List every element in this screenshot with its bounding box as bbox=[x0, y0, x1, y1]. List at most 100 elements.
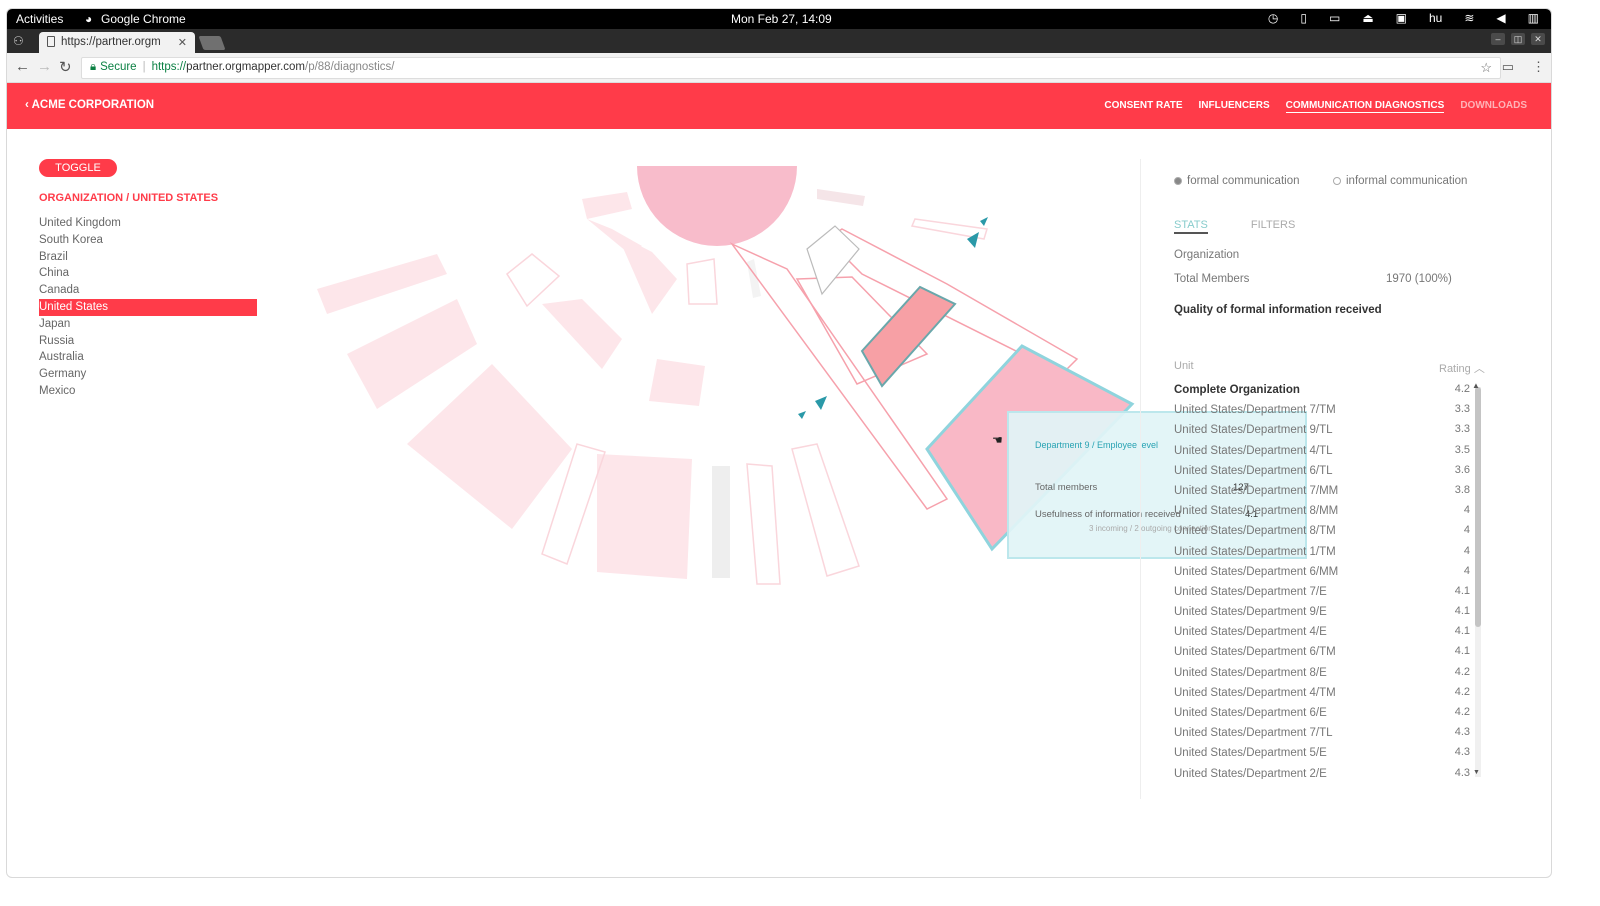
table-row[interactable]: United States/Department 7/TM 3.3 bbox=[1174, 401, 1470, 421]
root-node[interactable] bbox=[637, 166, 797, 246]
restore-button[interactable]: ◫ bbox=[1511, 33, 1525, 45]
nav-influencers[interactable]: INFLUENCERS bbox=[1199, 100, 1270, 113]
country-item[interactable]: Germany bbox=[39, 366, 257, 383]
table-row[interactable]: United States/Department 2/E 4.3 bbox=[1174, 765, 1470, 779]
unit-column-header[interactable]: Unit bbox=[1174, 360, 1194, 372]
radio-dot-icon bbox=[1333, 177, 1341, 185]
country-item-selected[interactable]: United States bbox=[39, 298, 257, 316]
table-row[interactable]: United States/Department 4/E 4.1 bbox=[1174, 623, 1470, 643]
wifi-icon[interactable]: ≋ bbox=[1464, 11, 1474, 25]
eject-icon[interactable]: ⏏ bbox=[1362, 11, 1373, 25]
app-menu[interactable]: Google Chrome bbox=[101, 12, 186, 26]
segment[interactable] bbox=[747, 259, 761, 298]
table-row[interactable]: United States/Department 7/MM 3.8 bbox=[1174, 482, 1470, 502]
segment-grey[interactable] bbox=[712, 466, 730, 578]
close-tab-icon[interactable]: ✕ bbox=[178, 36, 187, 49]
segment[interactable] bbox=[817, 189, 865, 206]
segment[interactable] bbox=[649, 359, 705, 406]
segment-outline[interactable] bbox=[506, 253, 561, 308]
power-icon[interactable]: ▥ bbox=[1528, 11, 1539, 25]
table-row[interactable]: United States/Department 7/E 4.1 bbox=[1174, 583, 1470, 603]
nav-downloads[interactable]: DOWNLOADS bbox=[1460, 100, 1527, 113]
volume-icon[interactable]: ◀ bbox=[1496, 11, 1505, 25]
segment[interactable] bbox=[542, 299, 622, 369]
forward-arrow-icon[interactable]: → bbox=[37, 58, 52, 75]
table-row[interactable]: United States/Department 6/MM 4 bbox=[1174, 563, 1470, 583]
table-row[interactable]: United States/Department 5/E 4.3 bbox=[1174, 744, 1470, 764]
country-item[interactable]: China bbox=[39, 265, 257, 282]
country-item[interactable]: Australia bbox=[39, 349, 257, 366]
country-item[interactable]: Japan bbox=[39, 316, 257, 333]
table-row[interactable]: United States/Department 8/E 4.2 bbox=[1174, 664, 1470, 684]
country-item[interactable]: United Kingdom bbox=[39, 215, 257, 232]
segment[interactable] bbox=[587, 219, 642, 252]
accessibility-icon[interactable]: ▣ bbox=[1396, 11, 1407, 25]
radio-formal[interactable]: formal communication bbox=[1174, 175, 1299, 187]
language-indicator[interactable]: hu bbox=[1429, 11, 1442, 25]
bookmark-star-icon[interactable]: ☆ bbox=[1480, 60, 1492, 76]
tab-filters[interactable]: FILTERS bbox=[1251, 219, 1295, 231]
table-scrollbar[interactable] bbox=[1475, 387, 1481, 777]
segment[interactable] bbox=[407, 364, 572, 529]
segment-outline[interactable] bbox=[806, 225, 860, 296]
scrollbar-thumb[interactable] bbox=[1475, 387, 1481, 627]
segment[interactable] bbox=[582, 192, 632, 219]
new-tab-button[interactable] bbox=[198, 36, 226, 50]
table-row[interactable]: United States/Department 4/TL 3.5 bbox=[1174, 442, 1470, 462]
reload-icon[interactable]: ↻ bbox=[59, 58, 72, 76]
country-item[interactable]: Brazil bbox=[39, 249, 257, 266]
back-to-organization-link[interactable]: ‹ ACME CORPORATION bbox=[25, 99, 154, 111]
country-item[interactable]: Russia bbox=[39, 333, 257, 350]
country-item[interactable]: Mexico bbox=[39, 383, 257, 400]
radio-informal[interactable]: informal communication bbox=[1333, 175, 1467, 187]
segment-outline[interactable] bbox=[791, 443, 860, 577]
segment-outline[interactable] bbox=[686, 258, 718, 305]
browser-tab[interactable]: https://partner.orgm ✕ bbox=[39, 32, 195, 53]
scroll-up-icon[interactable]: ▲ bbox=[1472, 381, 1480, 390]
segment[interactable] bbox=[317, 254, 447, 314]
address-bar[interactable]: 🔒︎ Secure | https://partner.orgmapper.com/p… bbox=[81, 57, 1501, 79]
toggle-button[interactable]: TOGGLE bbox=[39, 159, 117, 177]
activities-button[interactable]: Activities bbox=[16, 12, 63, 26]
menu-icon[interactable]: ⋮ bbox=[1532, 59, 1545, 75]
system-top-bar: Activities ◕ Google Chrome Mon Feb 27, 1… bbox=[7, 9, 1551, 29]
clock[interactable]: Mon Feb 27, 14:09 bbox=[731, 12, 832, 26]
table-row[interactable]: United States/Department 6/E 4.2 bbox=[1174, 704, 1470, 724]
connection-line[interactable] bbox=[729, 242, 949, 510]
clock-icon[interactable]: ◷ bbox=[1268, 11, 1278, 25]
table-row[interactable]: United States/Department 6/TL 3.6 bbox=[1174, 462, 1470, 482]
segment[interactable] bbox=[347, 299, 477, 409]
network-icon[interactable]: ▯ bbox=[1300, 11, 1307, 25]
rating-table[interactable]: Complete Organization 4.2 United States/De… bbox=[1174, 381, 1470, 779]
cast-icon[interactable]: ▭ bbox=[1502, 59, 1514, 75]
scroll-down-icon[interactable]: ▼ bbox=[1473, 769, 1480, 776]
country-item[interactable]: Canada bbox=[39, 282, 257, 299]
minimize-button[interactable]: – bbox=[1491, 33, 1505, 45]
table-row[interactable]: United States/Department 9/TL 3.3 bbox=[1174, 421, 1470, 441]
unit-cell: United States/Department 9/TL bbox=[1174, 424, 1333, 437]
table-row[interactable]: United States/Department 9/E 4.1 bbox=[1174, 603, 1470, 623]
table-row[interactable]: United States/Department 6/TM 4.1 bbox=[1174, 643, 1470, 663]
table-row[interactable]: United States/Department 8/MM 4 bbox=[1174, 502, 1470, 522]
country-item[interactable]: South Korea bbox=[39, 232, 257, 249]
close-window-button[interactable]: ✕ bbox=[1531, 33, 1545, 45]
nav-consent-rate[interactable]: CONSENT RATE bbox=[1104, 100, 1182, 113]
table-row[interactable]: United States/Department 8/TM 4 bbox=[1174, 522, 1470, 542]
back-arrow-icon[interactable]: ← bbox=[15, 58, 30, 75]
segment-outline[interactable] bbox=[746, 463, 781, 585]
table-row[interactable]: United States/Department 4/TM 4.2 bbox=[1174, 684, 1470, 704]
rating-cell: 4.2 bbox=[1454, 383, 1470, 395]
rating-column-header[interactable]: Rating ︿ bbox=[1439, 360, 1485, 376]
tab-stats[interactable]: STATS bbox=[1174, 219, 1208, 234]
arrow-marker bbox=[967, 232, 979, 248]
unit-cell: United States/Department 8/TM bbox=[1174, 525, 1336, 538]
table-row[interactable]: Complete Organization 4.2 bbox=[1174, 381, 1470, 401]
display-icon[interactable]: ▭ bbox=[1329, 11, 1340, 25]
nav-communication-diagnostics[interactable]: COMMUNICATION DIAGNOSTICS bbox=[1285, 100, 1445, 113]
system-tray[interactable]: ◷ ▯ ▭ ⏏ ▣ hu ≋ ◀ ▥ bbox=[1268, 11, 1539, 25]
segment[interactable] bbox=[597, 454, 692, 579]
table-row[interactable]: United States/Department 7/TL 4.3 bbox=[1174, 724, 1470, 744]
table-row[interactable]: United States/Department 1/TM 4 bbox=[1174, 543, 1470, 563]
radio-dot-selected-icon bbox=[1174, 177, 1182, 185]
unit-cell: United States/Department 2/E bbox=[1174, 767, 1327, 779]
